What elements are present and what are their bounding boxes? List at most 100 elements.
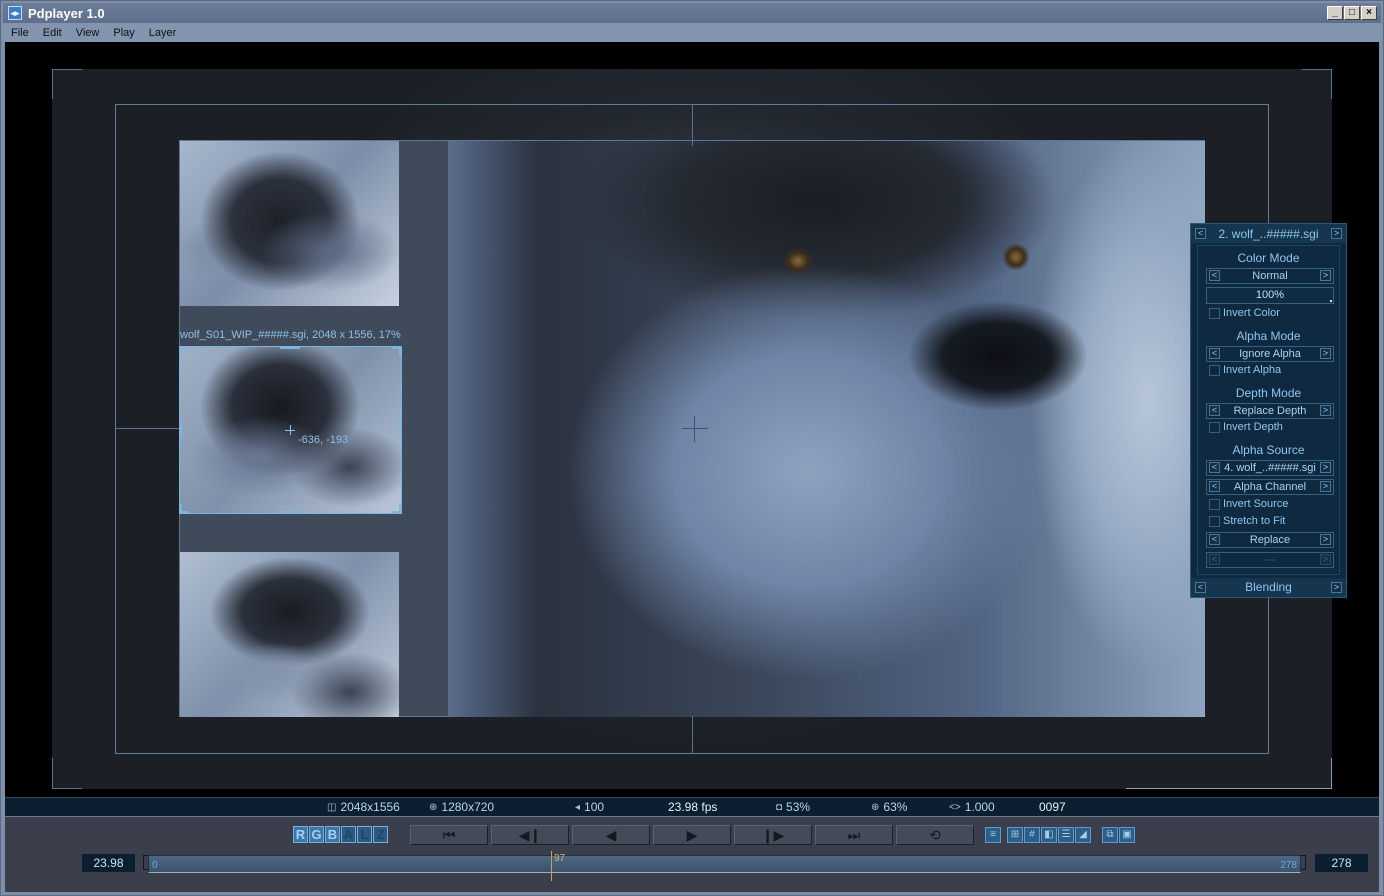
fullscreen-icon[interactable]: ▣ — [1119, 827, 1135, 843]
chevron-right-icon[interactable]: > — [1320, 405, 1331, 416]
invert-depth-checkbox[interactable]: Invert Depth — [1209, 421, 1283, 433]
channel-l-toggle[interactable]: L — [357, 826, 372, 843]
checkbox[interactable] — [1209, 364, 1220, 376]
safe-area-icon[interactable]: ⊞ — [1007, 827, 1023, 843]
volume[interactable]: ◂ 100 — [575, 800, 604, 814]
channel-z-toggle[interactable]: Z — [373, 826, 388, 843]
slider-handle[interactable] — [1330, 300, 1332, 302]
pivot-crosshair[interactable] — [290, 425, 291, 435]
opacity-slider[interactable]: 100% — [1206, 287, 1334, 304]
resize-handle[interactable] — [179, 346, 182, 356]
gamma-ramp-icon[interactable]: ◢ — [1075, 827, 1091, 843]
resize-handle[interactable] — [179, 422, 182, 438]
chevron-left-icon[interactable]: < — [1209, 348, 1220, 359]
close-button[interactable]: × — [1361, 6, 1377, 20]
channel-b-toggle[interactable]: B — [325, 826, 340, 843]
timeline-scrubber[interactable]: 0 278 97 — [148, 851, 1301, 881]
minimize-button[interactable]: _ — [1327, 6, 1343, 20]
menu-edit[interactable]: Edit — [36, 27, 69, 39]
safe-area-corner — [52, 69, 53, 99]
playhead[interactable] — [551, 851, 552, 881]
color-mode-title: Color Mode — [1237, 251, 1300, 265]
alpha-source-layer-selector[interactable]: < 4. wolf_..#####.sgi > — [1206, 460, 1334, 476]
chevron-left-icon[interactable]: < — [1209, 481, 1220, 492]
wolf-thumbnail-1[interactable] — [180, 141, 399, 306]
alpha-source-layer: 4. wolf_..#####.sgi — [1224, 462, 1316, 474]
chevron-right-icon[interactable]: > — [1320, 270, 1331, 281]
stretch-to-fit-checkbox[interactable]: Stretch to Fit — [1209, 515, 1285, 527]
coordinate-readout: -636, -193 — [298, 434, 349, 446]
chevron-left-icon[interactable]: < — [1209, 462, 1220, 473]
fps-readout[interactable]: 23.98 fps — [668, 800, 717, 814]
step-back-button[interactable]: ◀❙ — [491, 825, 569, 845]
chevron-right-icon[interactable]: > — [1320, 348, 1331, 359]
chevron-right-icon[interactable]: > — [1320, 534, 1331, 545]
checkbox[interactable] — [1209, 498, 1220, 510]
chevron-left-icon[interactable]: < — [1209, 270, 1220, 281]
resolution-icon: ◫ — [327, 801, 337, 813]
step-forward-button[interactable]: ❙▶ — [734, 825, 812, 845]
checkbox[interactable] — [1209, 515, 1220, 527]
chevron-right-icon[interactable]: > — [1320, 462, 1331, 473]
thumbnail-image — [180, 141, 399, 306]
prev-layer-button[interactable]: < — [1195, 228, 1206, 239]
loop-button[interactable]: ⟲ — [896, 825, 974, 845]
resize-handle[interactable] — [399, 422, 402, 438]
channel-r-toggle[interactable]: R — [293, 826, 308, 843]
next-layer-button[interactable]: > — [1331, 228, 1342, 239]
depth-mode-selector[interactable]: < Replace Depth > — [1206, 403, 1334, 419]
invert-color-checkbox[interactable]: Invert Color — [1209, 307, 1280, 319]
wall-view-icon[interactable]: ⧉ — [1102, 827, 1118, 843]
invert-source-checkbox[interactable]: Invert Source — [1209, 498, 1288, 510]
properties-icon[interactable]: ☰ — [1058, 827, 1074, 843]
layer-list-icon[interactable]: ≡ — [985, 827, 1001, 843]
play-button[interactable]: ▶ — [653, 825, 731, 845]
resize-handle[interactable] — [399, 346, 402, 356]
checker-icon[interactable]: ◧ — [1041, 827, 1057, 843]
out-point-marker[interactable] — [1301, 855, 1306, 870]
blending-section[interactable]: < Blending > — [1191, 578, 1346, 597]
menu-view[interactable]: View — [69, 27, 107, 39]
canvas-size[interactable]: ⊕ 1280x720 — [429, 800, 494, 814]
alpha-source-channel-selector[interactable]: < Alpha Channel > — [1206, 479, 1334, 495]
main-wolf-image[interactable] — [448, 141, 1205, 717]
chevron-left-icon[interactable]: < — [1195, 582, 1206, 593]
checkbox[interactable] — [1209, 421, 1220, 433]
gamma[interactable]: <> 1.000 — [949, 800, 995, 814]
chevron-right-icon[interactable]: > — [1331, 582, 1342, 593]
resize-handle[interactable] — [280, 346, 300, 349]
center-guide-bottom — [692, 716, 693, 754]
menu-play[interactable]: Play — [106, 27, 141, 39]
checkbox[interactable] — [1209, 307, 1220, 319]
chevron-right-icon[interactable]: > — [1320, 481, 1331, 492]
alpha-op-value: Replace — [1249, 534, 1291, 546]
resize-handle[interactable] — [179, 504, 182, 514]
alpha-mode-selector[interactable]: < Ignore Alpha > — [1206, 346, 1334, 362]
maximize-button[interactable]: □ — [1344, 6, 1360, 20]
alpha-op-selector[interactable]: < Replace > — [1206, 532, 1334, 548]
zoom-level[interactable]: ⊕ 63% — [871, 800, 907, 814]
channel-g-toggle[interactable]: G — [309, 826, 324, 843]
fps-input[interactable]: 23.98 — [82, 854, 135, 872]
title-bar[interactable]: ◂▸ Pdplayer 1.0 _ □ × — [3, 3, 1381, 23]
safe-area-corner — [52, 69, 82, 70]
current-frame: 0097 — [1039, 800, 1066, 814]
viewer-canvas[interactable]: wolf_S01_WIP_#####.sgi, 2048 x 1556, 17%… — [5, 42, 1379, 798]
resize-handle[interactable] — [280, 511, 300, 514]
first-frame-button[interactable]: ⏮ — [410, 825, 488, 845]
resize-handle[interactable] — [399, 504, 402, 514]
menu-layer[interactable]: Layer — [142, 27, 184, 39]
chevron-left-icon[interactable]: < — [1209, 534, 1220, 545]
grid-icon[interactable]: # — [1024, 827, 1040, 843]
end-frame-input[interactable]: 278 — [1315, 854, 1368, 872]
menu-file[interactable]: File — [3, 27, 36, 39]
wolf-thumbnail-3[interactable] — [180, 552, 399, 717]
last-frame-button[interactable]: ⏭ — [815, 825, 893, 845]
invert-color-label: Invert Color — [1223, 307, 1280, 319]
channel-a-toggle[interactable]: A — [341, 826, 356, 843]
play-backward-button[interactable]: ◀ — [572, 825, 650, 845]
chevron-left-icon[interactable]: < — [1209, 405, 1220, 416]
invert-alpha-checkbox[interactable]: Invert Alpha — [1209, 364, 1281, 376]
resolution-value: 2048x1556 — [340, 800, 400, 814]
color-mode-selector[interactable]: < Normal > — [1206, 268, 1334, 284]
